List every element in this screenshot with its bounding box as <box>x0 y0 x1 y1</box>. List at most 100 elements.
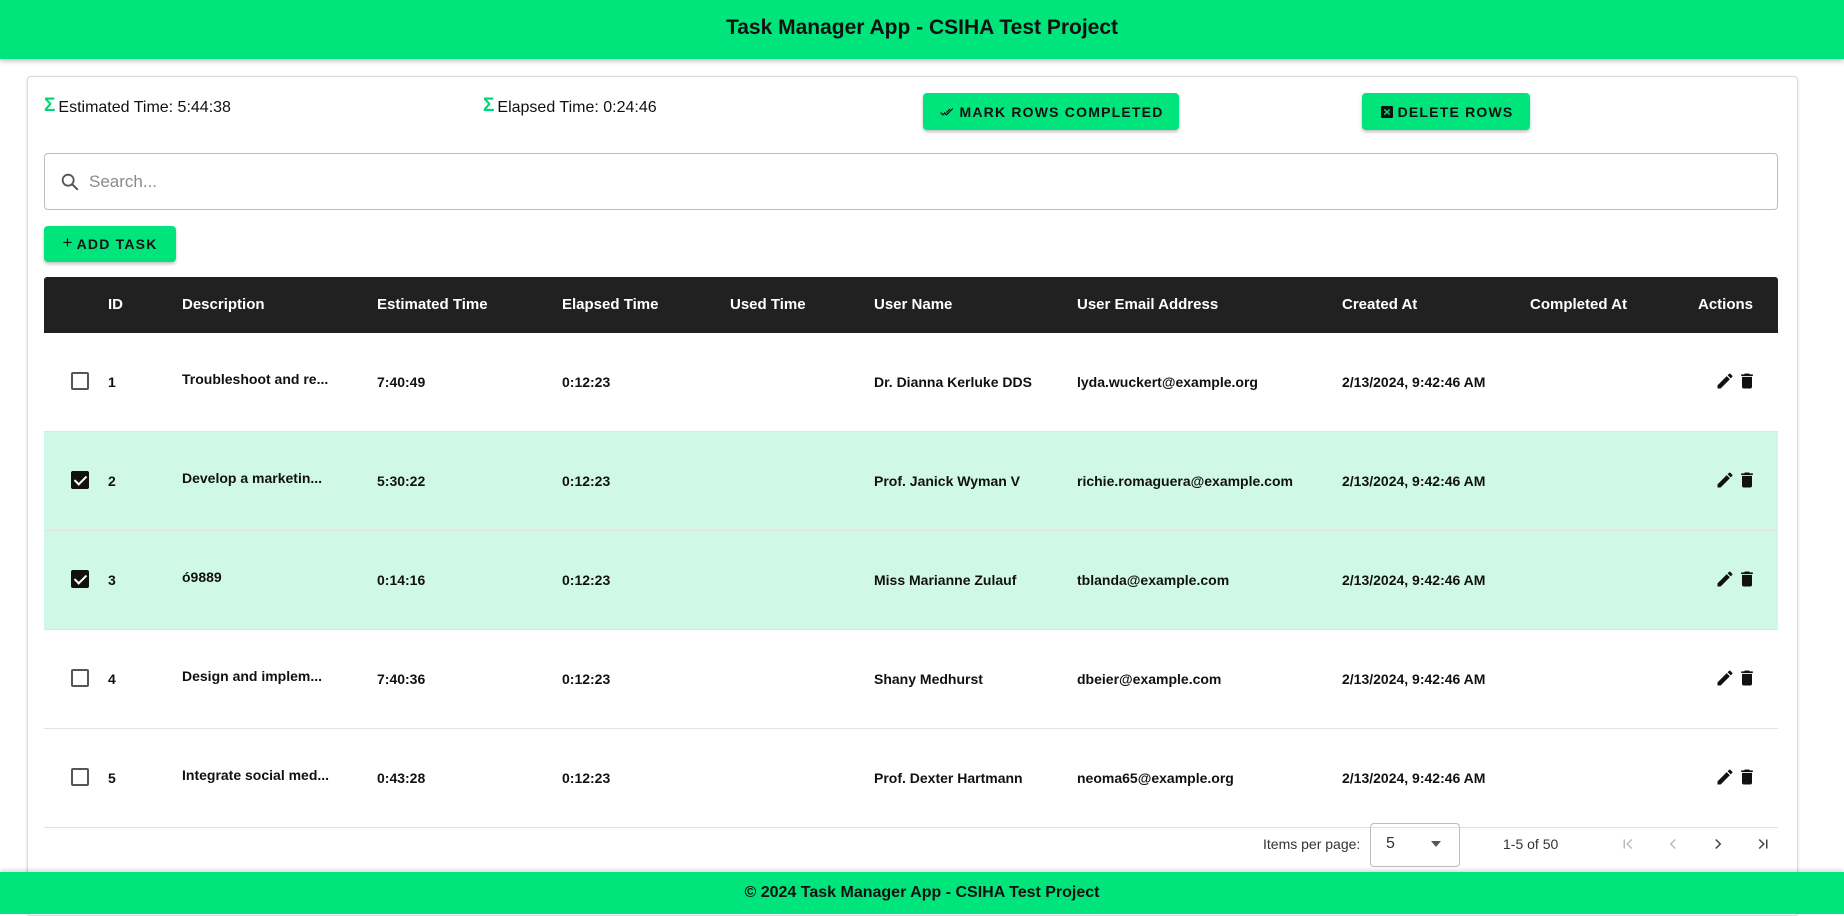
cell-email: lyda.wuckert@example.org <box>1077 374 1258 390</box>
page-size-select[interactable]: 5 <box>1370 823 1460 867</box>
tasks-table: ID Description Estimated Time Elapsed Ti… <box>44 277 1778 828</box>
column-header-id[interactable]: ID <box>108 296 123 313</box>
page-range-label: 1-5 of 50 <box>1503 836 1559 852</box>
previous-page-button[interactable] <box>1658 829 1688 859</box>
mark-rows-completed-button[interactable]: MARK ROWS COMPLETED <box>923 93 1179 130</box>
cell-user: Shany Medhurst <box>874 671 983 687</box>
cell-elapsed: 0:12:23 <box>562 374 611 390</box>
edit-icon[interactable] <box>1715 569 1735 589</box>
elapsed-time-summary: Σ Elapsed Time: 0:24:46 <box>483 95 657 117</box>
last-page-icon <box>1758 838 1768 850</box>
column-header-used-time[interactable]: Used Time <box>730 296 806 313</box>
cell-created: 2/13/2024, 9:42:46 AM <box>1342 572 1486 588</box>
column-header-user-email[interactable]: User Email Address <box>1077 296 1218 313</box>
cell-id: 3 <box>108 572 116 588</box>
plus-icon: + <box>62 233 74 252</box>
cell-email: tblanda@example.com <box>1077 572 1230 588</box>
table-row[interactable]: 1 Troubleshoot and re... 7:40:49 0:12:23 Dr.… <box>44 333 1778 432</box>
search-icon <box>61 173 79 191</box>
cell-user: Miss Marianne Zulauf <box>874 572 1017 588</box>
cell-description: Design and implem... <box>182 668 323 684</box>
delete-icon[interactable] <box>1737 668 1757 688</box>
cell-created: 2/13/2024, 9:42:46 AM <box>1342 671 1486 687</box>
table-header: ID Description Estimated Time Elapsed Ti… <box>44 277 1778 333</box>
table-row[interactable]: 4 Design and implem... 7:40:36 0:12:23 Shany… <box>44 630 1778 729</box>
table-row[interactable]: 5 Integrate social med... 0:43:28 0:12:23 Pr… <box>44 729 1778 828</box>
search-field[interactable] <box>44 153 1778 210</box>
column-header-elapsed-time[interactable]: Elapsed Time <box>562 296 658 313</box>
first-page-icon <box>1623 838 1633 850</box>
delete-rows-button[interactable]: DELETE ROWS <box>1362 93 1530 130</box>
items-per-page-label: Items per page: <box>1263 836 1361 852</box>
cell-created: 2/13/2024, 9:42:46 AM <box>1342 473 1486 489</box>
row-checkbox[interactable] <box>71 471 89 489</box>
sigma-icon: Σ <box>44 95 56 116</box>
cell-user: Prof. Janick Wyman V <box>874 473 1021 489</box>
delete-sweep-icon <box>1380 105 1393 118</box>
row-checkbox[interactable] <box>71 372 89 390</box>
cell-description: Troubleshoot and re... <box>182 371 329 387</box>
next-page-button[interactable] <box>1703 829 1733 859</box>
cell-created: 2/13/2024, 9:42:46 AM <box>1342 770 1486 786</box>
edit-icon[interactable] <box>1715 668 1735 688</box>
delete-icon[interactable] <box>1737 470 1757 490</box>
column-header-user-name[interactable]: User Name <box>874 296 952 313</box>
row-checkbox[interactable] <box>71 669 89 687</box>
cell-user: Prof. Dexter Hartmann <box>874 770 1023 786</box>
row-checkbox[interactable] <box>71 768 89 786</box>
cell-description: Develop a marketin... <box>182 470 323 486</box>
delete-icon[interactable] <box>1737 569 1757 589</box>
column-header-completed-at[interactable]: Completed At <box>1530 296 1627 313</box>
row-checkbox[interactable] <box>71 570 89 588</box>
delete-icon[interactable] <box>1737 767 1757 787</box>
cell-estimated: 0:43:28 <box>377 770 426 786</box>
done-all-icon <box>940 107 954 116</box>
add-task-label: ADD TASK <box>76 236 158 252</box>
cell-elapsed: 0:12:23 <box>562 671 611 687</box>
mark-rows-completed-label: MARK ROWS COMPLETED <box>959 103 1164 120</box>
estimated-time-label: Estimated Time: 5:44:38 <box>58 99 231 116</box>
cell-email: richie.romaguera@example.com <box>1077 473 1293 489</box>
toolbar: Σ Estimated Time: 5:44:38 Σ Elapsed Time… <box>28 77 1797 149</box>
cell-description: Integrate social med... <box>182 767 330 783</box>
cell-estimated: 5:30:22 <box>377 473 426 489</box>
cell-description: ó9889 <box>182 569 222 585</box>
cell-id: 5 <box>108 770 116 786</box>
edit-icon[interactable] <box>1715 470 1735 490</box>
task-card: Σ Estimated Time: 5:44:38 Σ Elapsed Time… <box>27 76 1798 916</box>
cell-id: 4 <box>108 671 116 687</box>
cell-elapsed: 0:12:23 <box>562 473 611 489</box>
column-header-estimated-time[interactable]: Estimated Time <box>377 296 488 313</box>
chevron-right-icon <box>1715 838 1722 850</box>
app-title: Task Manager App - CSIHA Test Project <box>725 15 1119 39</box>
cell-estimated: 7:40:36 <box>377 671 426 687</box>
sigma-icon: Σ <box>483 95 495 116</box>
delete-rows-label: DELETE ROWS <box>1397 103 1514 120</box>
page-size-value: 5 <box>1386 835 1395 852</box>
last-page-button[interactable] <box>1748 829 1778 859</box>
table-row[interactable]: 2 Develop a marketin... 5:30:22 0:12:23 Prof… <box>44 432 1778 531</box>
add-task-button[interactable]: + ADD TASK <box>44 226 176 262</box>
table-row[interactable]: 3 ó9889 0:14:16 0:12:23 Miss Marianne Zulauf… <box>44 531 1778 630</box>
column-header-created-at[interactable]: Created At <box>1342 296 1417 313</box>
cell-id: 1 <box>108 374 116 390</box>
cell-email: neoma65@example.org <box>1077 770 1234 786</box>
cell-user: Dr. Dianna Kerluke DDS <box>874 374 1032 390</box>
column-header-description[interactable]: Description <box>182 296 265 313</box>
chevron-left-icon <box>1669 838 1676 850</box>
column-header-actions: Actions <box>1698 296 1754 313</box>
cell-estimated: 7:40:49 <box>377 374 426 390</box>
search-input[interactable] <box>89 154 1777 209</box>
app-header: Task Manager App - CSIHA Test Project <box>0 0 1844 59</box>
delete-icon[interactable] <box>1737 371 1757 391</box>
first-page-button[interactable] <box>1613 829 1643 859</box>
elapsed-time-label: Elapsed Time: 0:24:46 <box>497 99 657 116</box>
cell-created: 2/13/2024, 9:42:46 AM <box>1342 374 1486 390</box>
edit-icon[interactable] <box>1715 767 1735 787</box>
cell-estimated: 0:14:16 <box>377 572 426 588</box>
cell-elapsed: 0:12:23 <box>562 572 611 588</box>
app-footer: © 2024 Task Manager App - CSIHA Test Pro… <box>0 872 1844 914</box>
edit-icon[interactable] <box>1715 371 1735 391</box>
estimated-time-summary: Σ Estimated Time: 5:44:38 <box>44 95 231 117</box>
paginator: Items per page: 5 1-5 of 50 <box>28 823 1797 875</box>
